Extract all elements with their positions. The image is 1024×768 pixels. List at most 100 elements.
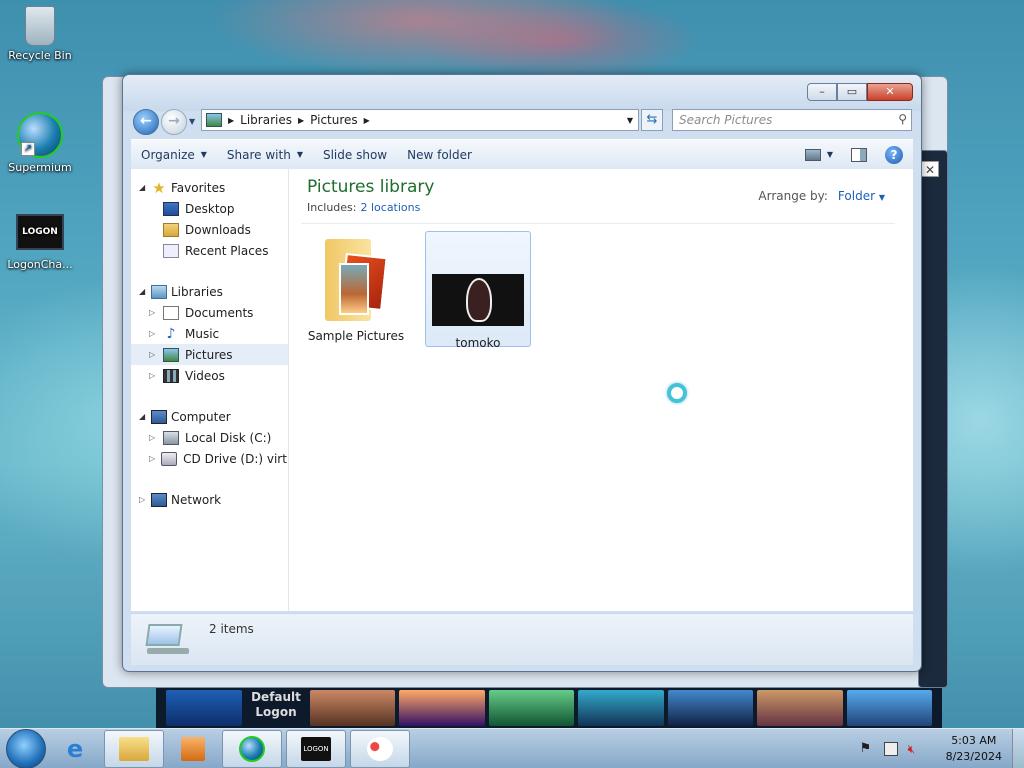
paint-palette-icon: [367, 736, 393, 761]
expand-icon[interactable]: ▷: [149, 433, 157, 442]
chevron-down-icon[interactable]: ▼: [827, 150, 833, 159]
thumbnail[interactable]: [757, 690, 843, 726]
clock-time: 5:03 AM: [951, 733, 997, 747]
nav-item-computer[interactable]: ◢ Computer: [131, 406, 288, 427]
expand-icon[interactable]: ◢: [139, 183, 147, 192]
explorer-window[interactable]: – ▭ ✕ ← → ▼ ▶ Libraries ▶ Pictures ▶ ▼ ⇆…: [122, 74, 922, 672]
thumbnail[interactable]: [399, 690, 485, 726]
taskbar-supermium[interactable]: [222, 729, 282, 768]
taskbar-paint[interactable]: [350, 729, 410, 768]
expand-icon[interactable]: ◢: [139, 287, 147, 296]
slide-show-button[interactable]: Slide show: [323, 148, 387, 162]
taskbar: e LOGON ⚑ 🔇︎ 5:03 AM 8/23/2024: [0, 728, 1024, 768]
nav-item-recent-places[interactable]: Recent Places: [131, 240, 288, 261]
expand-icon[interactable]: ▷: [149, 350, 157, 359]
view-icon: [804, 148, 821, 161]
desktop-icon-logonchanger[interactable]: LOGON LogonCha...: [0, 214, 80, 271]
recycle-bin-icon: [25, 6, 55, 46]
thumbnail[interactable]: [667, 690, 754, 726]
show-desktop-button[interactable]: [1012, 728, 1024, 768]
preview-pane-icon[interactable]: [851, 147, 867, 162]
thumbnail[interactable]: [488, 690, 575, 726]
start-button[interactable]: [6, 728, 46, 768]
desktop-icon-supermium[interactable]: ↗ Supermium: [0, 112, 80, 174]
expand-icon[interactable]: ▷: [149, 454, 155, 463]
breadcrumb-pictures[interactable]: Pictures: [310, 113, 358, 127]
library-locations-link[interactable]: 2 locations: [360, 201, 420, 214]
organize-button[interactable]: Organize ▼: [141, 148, 207, 162]
title-bar[interactable]: – ▭ ✕: [123, 75, 921, 111]
recent-pages-icon[interactable]: ▼: [189, 117, 195, 126]
search-input[interactable]: Search Pictures ⚲: [672, 109, 912, 131]
taskbar-internet-explorer[interactable]: e: [50, 730, 100, 768]
nav-item-downloads[interactable]: Downloads: [131, 219, 288, 240]
back-button[interactable]: ←: [133, 109, 159, 135]
minimize-button[interactable]: –: [807, 83, 837, 101]
nav-item-libraries[interactable]: ◢ Libraries: [131, 281, 288, 302]
file-item-tomoko[interactable]: tomoko: [425, 231, 531, 350]
expand-icon[interactable]: ▷: [139, 495, 147, 504]
network-icon[interactable]: [883, 741, 898, 756]
internet-explorer-icon: e: [66, 734, 84, 763]
expand-icon[interactable]: ▷: [149, 371, 157, 380]
nav-item-network[interactable]: ▷ Network: [131, 489, 288, 510]
chevron-right-icon[interactable]: ▶: [298, 116, 304, 125]
thumbnail[interactable]: [310, 690, 396, 726]
help-icon[interactable]: ?: [885, 145, 903, 164]
nav-item-favorites[interactable]: ◢ ★ Favorites: [131, 177, 288, 198]
nav-item-desktop[interactable]: Desktop: [131, 198, 288, 219]
thumbnail-label: Default Logon: [251, 690, 301, 719]
logon-thumbnail-strip[interactable]: Default Logon: [156, 688, 942, 728]
share-with-label: Share with: [226, 147, 291, 162]
clock[interactable]: 5:03 AM 8/23/2024: [946, 733, 1002, 765]
file-item-sample-pictures[interactable]: Sample Pictures: [303, 231, 409, 347]
nav-item-music[interactable]: ▷ ♪ Music: [131, 323, 288, 344]
file-list[interactable]: Pictures library Includes: 2 locations Ar…: [289, 169, 913, 611]
expand-icon[interactable]: ◢: [139, 412, 147, 421]
navigation-pane[interactable]: ◢ ★ Favorites Desktop Downloads Recent Pla…: [131, 169, 289, 611]
nav-item-cd-drive[interactable]: ▷ CD Drive (D:) virtio-w: [131, 448, 288, 469]
logon-monitor-icon: LOGON: [301, 736, 331, 761]
nav-item-documents[interactable]: ▷ Documents: [131, 302, 288, 323]
busy-cursor-icon: [667, 383, 687, 403]
arrange-by-dropdown[interactable]: Folder ▼: [838, 189, 885, 203]
nav-group-computer: ◢ Computer ▷ Local Disk (C:) ▷ CD Drive (D:…: [131, 406, 288, 469]
search-icon[interactable]: ⚲: [898, 112, 907, 126]
maximize-button[interactable]: ▭: [837, 83, 867, 101]
action-center-flag-icon[interactable]: ⚑: [860, 741, 874, 756]
nav-item-local-disk[interactable]: ▷ Local Disk (C:): [131, 427, 288, 448]
change-view-button[interactable]: ▼: [804, 148, 833, 161]
new-folder-label: New folder: [407, 147, 472, 162]
nav-item-videos[interactable]: ▷ Videos: [131, 365, 288, 386]
taskbar-explorer[interactable]: [104, 729, 164, 768]
nav-label: Recent Places: [185, 243, 269, 258]
nav-item-pictures[interactable]: ▷ Pictures: [131, 344, 288, 365]
nav-label: Local Disk (C:): [185, 430, 272, 445]
address-bar[interactable]: ▶ Libraries ▶ Pictures ▶ ▼: [201, 109, 639, 131]
nav-group-network: ▷ Network: [131, 489, 288, 510]
thumbnail[interactable]: [166, 690, 242, 726]
breadcrumb-libraries[interactable]: Libraries: [240, 113, 292, 127]
nav-group-libraries: ◢ Libraries ▷ Documents ▷ ♪ Music ▷ Pictures …: [131, 281, 288, 386]
taskbar-media-player[interactable]: [168, 730, 218, 768]
nav-label: Documents: [185, 305, 254, 320]
close-icon[interactable]: ✕: [921, 161, 939, 177]
forward-button[interactable]: →: [161, 109, 187, 135]
background-window-edge[interactable]: ✕: [918, 150, 948, 688]
close-button[interactable]: ✕: [867, 83, 913, 101]
new-folder-button[interactable]: New folder: [407, 148, 472, 162]
volume-muted-icon[interactable]: 🔇︎: [908, 742, 922, 756]
refresh-button[interactable]: ⇆: [641, 109, 663, 131]
expand-icon[interactable]: ▷: [149, 329, 157, 338]
chevron-right-icon[interactable]: ▶: [364, 116, 370, 125]
taskbar-logonchanger[interactable]: LOGON: [286, 729, 346, 768]
chevron-right-icon[interactable]: ▶: [228, 116, 234, 125]
content-area: ◢ ★ Favorites Desktop Downloads Recent Pla…: [131, 169, 913, 611]
supermium-icon: [239, 735, 265, 762]
thumbnail[interactable]: [578, 690, 664, 726]
thumbnail[interactable]: [846, 690, 932, 726]
chevron-down-icon[interactable]: ▼: [622, 116, 638, 125]
expand-icon[interactable]: ▷: [149, 308, 157, 317]
share-with-button[interactable]: Share with ▼: [227, 148, 303, 162]
desktop-icon-recycle-bin[interactable]: Recycle Bin: [0, 6, 80, 62]
